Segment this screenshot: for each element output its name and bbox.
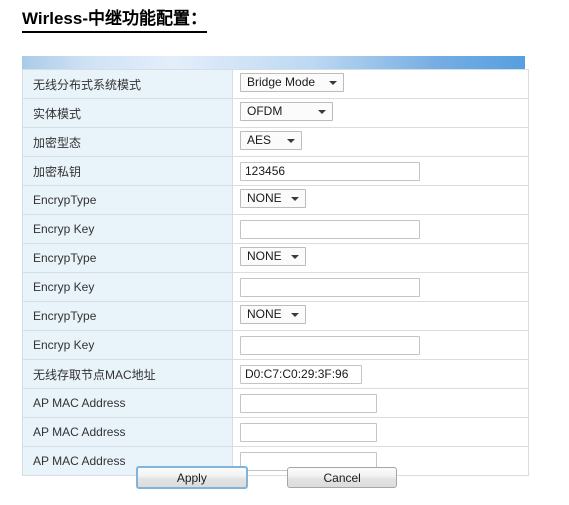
chevron-down-icon [291,196,299,201]
chevron-down-icon [291,312,299,317]
row-label: 无线存取节点MAC地址 [22,359,233,389]
chevron-down-icon [287,138,295,143]
dropdown-value: OFDM [247,104,283,118]
row-field: OFDM [232,98,529,128]
table-row: 无线分布式系统模式 Bridge Mode [22,69,529,99]
dropdown-value: NONE [247,307,282,321]
text-input-3[interactable] [240,161,420,181]
row-field: NONE [232,243,529,273]
row-field [232,359,529,389]
chevron-down-icon [329,80,337,85]
page-title: Wirless-中继功能配置： [22,8,207,34]
form-action-bar: Apply Cancel [22,466,511,489]
row-label: AP MAC Address [22,388,233,418]
apply-button[interactable]: Apply [135,466,248,489]
row-label: 加密型态 [22,127,233,157]
table-row: 实体模式 OFDM [22,98,529,128]
chevron-down-icon [318,109,326,114]
row-label: 加密私钥 [22,156,233,186]
text-input-5[interactable] [240,219,420,239]
table-row: 无线存取节点MAC地址 [22,359,529,389]
dropdown-0[interactable]: Bridge Mode [240,73,344,92]
dropdown-value: NONE [247,249,282,263]
dropdown-value: Bridge Mode [247,75,316,89]
dropdown-4[interactable]: NONE [240,189,306,208]
settings-rows: 无线分布式系统模式Bridge Mode实体模式OFDM加密型态AES加密私钥E… [22,69,529,476]
table-row: Encryp Key [22,330,529,360]
text-input-11[interactable] [240,393,377,413]
row-field: NONE [232,301,529,331]
chevron-down-icon [291,254,299,259]
row-label: Encryp Key [22,330,233,360]
row-field: Bridge Mode [232,69,529,99]
table-header-bar [22,56,525,69]
row-label: Encryp Key [22,214,233,244]
row-field [232,388,529,418]
table-row: EncrypType NONE [22,243,529,273]
wds-settings-table: 无线分布式系统模式Bridge Mode实体模式OFDM加密型态AES加密私钥E… [22,69,529,476]
row-field [232,214,529,244]
dropdown-1[interactable]: OFDM [240,102,333,121]
row-label: EncrypType [22,301,233,331]
dropdown-8[interactable]: NONE [240,305,306,324]
row-field: AES [232,127,529,157]
dropdown-value: AES [247,133,272,147]
row-label: EncrypType [22,185,233,215]
text-input-10[interactable] [240,364,362,384]
text-input-12[interactable] [240,422,377,442]
row-label: AP MAC Address [22,417,233,447]
row-field [232,417,529,447]
row-field: NONE [232,185,529,215]
text-input-7[interactable] [240,277,420,297]
table-row: AP MAC Address [22,417,529,447]
row-label: 实体模式 [22,98,233,128]
row-field [232,156,529,186]
row-field [232,330,529,360]
table-row: 加密型态 AES [22,127,529,157]
table-row: EncrypType NONE [22,185,529,215]
table-row: Encryp Key [22,272,529,302]
row-label: EncrypType [22,243,233,273]
dropdown-6[interactable]: NONE [240,247,306,266]
row-label: 无线分布式系统模式 [22,69,233,99]
row-field [232,272,529,302]
table-row: Encryp Key [22,214,529,244]
dropdown-2[interactable]: AES [240,131,302,150]
dropdown-value: NONE [247,191,282,205]
text-input-9[interactable] [240,335,420,355]
table-row: 加密私钥 [22,156,529,186]
table-row: EncrypType NONE [22,301,529,331]
cancel-button[interactable]: Cancel [287,467,398,488]
row-label: Encryp Key [22,272,233,302]
table-row: AP MAC Address [22,388,529,418]
